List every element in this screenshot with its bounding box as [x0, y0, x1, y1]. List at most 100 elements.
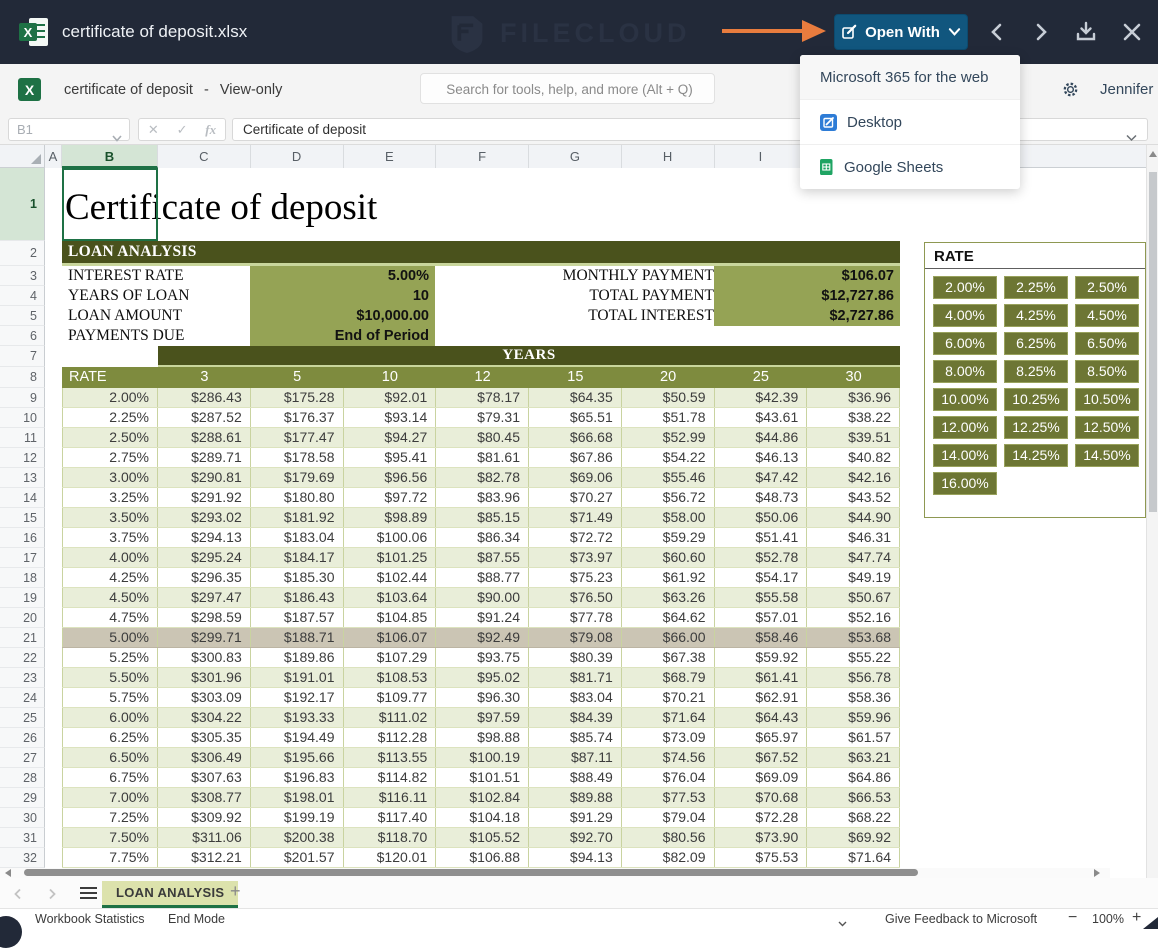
row-header-19[interactable]: 19: [0, 588, 45, 608]
rate-button-6.50%[interactable]: 6.50%: [1075, 332, 1139, 355]
row-header-5[interactable]: 5: [0, 306, 45, 326]
payment-cell[interactable]: $93.14: [344, 408, 437, 427]
payment-cell[interactable]: $88.49: [529, 768, 622, 787]
payment-cell[interactable]: $79.08: [529, 628, 622, 647]
payment-cell[interactable]: $67.38: [622, 648, 715, 667]
payment-cell[interactable]: $67.86: [529, 448, 622, 467]
rate-cell[interactable]: 2.00%: [62, 388, 158, 407]
insert-function-icon[interactable]: fx: [205, 122, 216, 138]
payment-cell[interactable]: $50.06: [715, 508, 808, 527]
payment-cell[interactable]: $104.85: [344, 608, 437, 627]
payment-cell[interactable]: $194.49: [251, 728, 344, 747]
payment-cell[interactable]: $66.53: [807, 788, 900, 807]
sheet-tab-loan-analysis[interactable]: LOAN ANALYSIS: [102, 881, 238, 908]
payment-cell[interactable]: $48.73: [715, 488, 808, 507]
payment-cell[interactable]: $42.16: [807, 468, 900, 487]
loan-analysis-value[interactable]: $2,727.86: [714, 306, 900, 326]
rate-button-2.25%[interactable]: 2.25%: [1004, 276, 1068, 299]
payment-cell[interactable]: $79.04: [622, 808, 715, 827]
previous-file-button[interactable]: [986, 20, 1010, 44]
rate-cell[interactable]: 5.25%: [62, 648, 158, 667]
rate-button-4.25%[interactable]: 4.25%: [1004, 304, 1068, 327]
payment-cell[interactable]: $76.04: [622, 768, 715, 787]
payment-cell[interactable]: $80.56: [622, 828, 715, 847]
horizontal-scrollbar-thumb[interactable]: [24, 869, 918, 876]
cancel-entry-icon[interactable]: ✕: [148, 122, 159, 138]
rate-cell[interactable]: 5.50%: [62, 668, 158, 687]
payment-cell[interactable]: $200.38: [251, 828, 344, 847]
row-header-20[interactable]: 20: [0, 608, 45, 628]
payment-cell[interactable]: $50.59: [622, 388, 715, 407]
rate-button-12.25%[interactable]: 12.25%: [1004, 416, 1068, 439]
row-header-2[interactable]: 2: [0, 241, 45, 266]
payment-cell[interactable]: $76.50: [529, 588, 622, 607]
payment-cell[interactable]: $88.77: [436, 568, 529, 587]
rate-button-6.00%[interactable]: 6.00%: [933, 332, 997, 355]
payment-cell[interactable]: $101.25: [344, 548, 437, 567]
payment-cell[interactable]: $70.27: [529, 488, 622, 507]
payment-cell[interactable]: $306.49: [158, 748, 251, 767]
payment-cell[interactable]: $111.02: [344, 708, 437, 727]
payment-cell[interactable]: $61.92: [622, 568, 715, 587]
rate-cell[interactable]: 6.75%: [62, 768, 158, 787]
rate-cell[interactable]: 2.75%: [62, 448, 158, 467]
row-header-28[interactable]: 28: [0, 768, 45, 788]
tabs-scroll-left-icon[interactable]: [12, 887, 24, 905]
year-column-header-12[interactable]: 12: [436, 367, 529, 388]
payment-cell[interactable]: $36.96: [807, 388, 900, 407]
payment-cell[interactable]: $298.59: [158, 608, 251, 627]
payment-cell[interactable]: $294.13: [158, 528, 251, 547]
rate-cell[interactable]: 3.75%: [62, 528, 158, 547]
year-column-header-30[interactable]: 30: [807, 367, 900, 388]
open-with-option-desktop[interactable]: Desktop: [800, 100, 1020, 145]
payment-cell[interactable]: $102.84: [436, 788, 529, 807]
payment-cell[interactable]: $82.78: [436, 468, 529, 487]
loan-analysis-value[interactable]: End of Period: [250, 326, 435, 346]
payment-cell[interactable]: $175.28: [251, 388, 344, 407]
payment-cell[interactable]: $183.04: [251, 528, 344, 547]
column-header-A[interactable]: A: [45, 145, 62, 168]
payment-cell[interactable]: $46.31: [807, 528, 900, 547]
payment-cell[interactable]: $178.58: [251, 448, 344, 467]
payment-cell[interactable]: $107.29: [344, 648, 437, 667]
payment-cell[interactable]: $97.72: [344, 488, 437, 507]
payment-cell[interactable]: $288.61: [158, 428, 251, 447]
rate-cell[interactable]: 3.25%: [62, 488, 158, 507]
payment-cell[interactable]: $100.06: [344, 528, 437, 547]
payment-cell[interactable]: $87.11: [529, 748, 622, 767]
payment-cell[interactable]: $82.09: [622, 848, 715, 867]
payment-cell[interactable]: $67.52: [715, 748, 808, 767]
rate-cell[interactable]: 6.00%: [62, 708, 158, 727]
payment-cell[interactable]: $117.40: [344, 808, 437, 827]
payment-cell[interactable]: $192.17: [251, 688, 344, 707]
name-box[interactable]: B1: [8, 118, 130, 141]
zoom-out-button[interactable]: −: [1068, 908, 1077, 928]
payment-cell[interactable]: $44.90: [807, 508, 900, 527]
download-button[interactable]: [1074, 20, 1098, 44]
payment-cell[interactable]: $286.43: [158, 388, 251, 407]
payment-cell[interactable]: $118.70: [344, 828, 437, 847]
column-header-H[interactable]: H: [622, 145, 715, 168]
payment-cell[interactable]: $176.37: [251, 408, 344, 427]
rate-button-2.50%[interactable]: 2.50%: [1075, 276, 1139, 299]
rate-button-12.00%[interactable]: 12.00%: [933, 416, 997, 439]
row-header-10[interactable]: 10: [0, 408, 45, 428]
rate-cell[interactable]: 2.50%: [62, 428, 158, 447]
loan-analysis-label[interactable]: YEARS OF LOAN: [68, 286, 189, 306]
payment-cell[interactable]: $185.30: [251, 568, 344, 587]
payment-cell[interactable]: $73.90: [715, 828, 808, 847]
payment-cell[interactable]: $52.16: [807, 608, 900, 627]
sheet-list-menu-icon[interactable]: [80, 887, 97, 902]
payment-cell[interactable]: $56.72: [622, 488, 715, 507]
payment-cell[interactable]: $72.72: [529, 528, 622, 547]
rate-cell[interactable]: 7.50%: [62, 828, 158, 847]
rate-button-16.00%[interactable]: 16.00%: [933, 472, 997, 495]
payment-cell[interactable]: $103.64: [344, 588, 437, 607]
payment-cell[interactable]: $70.68: [715, 788, 808, 807]
rate-button-10.00%[interactable]: 10.00%: [933, 388, 997, 411]
payment-cell[interactable]: $201.57: [251, 848, 344, 867]
payment-cell[interactable]: $81.61: [436, 448, 529, 467]
payment-cell[interactable]: $55.58: [715, 588, 808, 607]
rate-button-6.25%[interactable]: 6.25%: [1004, 332, 1068, 355]
payment-cell[interactable]: $307.63: [158, 768, 251, 787]
